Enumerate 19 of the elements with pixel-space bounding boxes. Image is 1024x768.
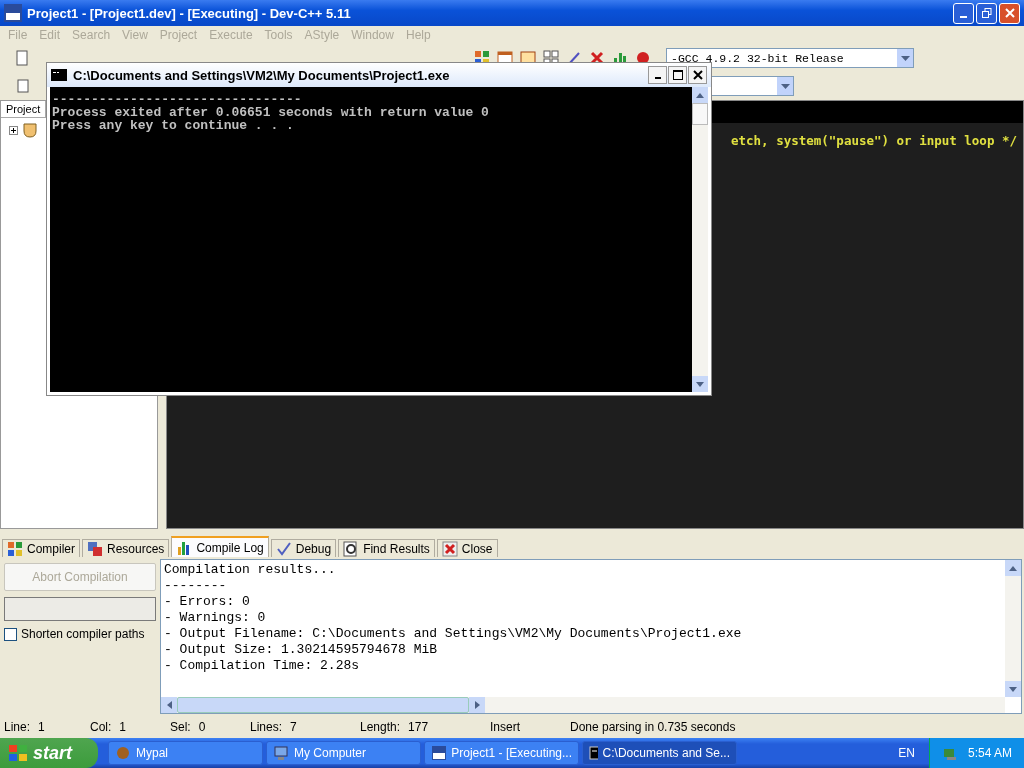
clock: 5:54 AM <box>967 746 1012 760</box>
status-label: Lines: <box>250 720 283 734</box>
status-value: 0 <box>198 720 206 734</box>
status-label: Col: <box>90 720 112 734</box>
status-value: 1 <box>38 720 45 734</box>
status-value: 7 <box>290 720 297 734</box>
status-value: Done parsing in 0.735 seconds <box>570 720 736 734</box>
compile-log: Compilation results... -------- - Errors: 0 - Warnings: 0 - Output Filename: C:\Documents and Settings\VM2\My Documents\Project1.exe - Output Size: 1.30214595794678 MiB - Compilation Time: 2.28s <box>160 559 1022 714</box>
status-value: 1 <box>119 720 127 734</box>
console-title: C:\Documents and Settings\VM2\My Documents\Project1.exe <box>73 67 451 83</box>
console-output: -------------------------------- Process exited after 0.06651 seconds with return value 0 Press any key to continue . . . <box>51 91 490 135</box>
checkbox-label: Shorten compiler paths <box>21 627 145 641</box>
status-label: Length: <box>360 720 401 734</box>
status-label: Line: <box>4 720 31 734</box>
status-value: Insert <box>490 720 520 734</box>
code-line: etch, system("pause") or input loop */ <box>731 133 1018 148</box>
window-title: Project1 - [Project1.dev] - [Executing] - Dev-C++ 5.11 <box>27 5 352 21</box>
status-label: Sel: <box>170 720 191 734</box>
status-value: 177 <box>408 720 429 734</box>
